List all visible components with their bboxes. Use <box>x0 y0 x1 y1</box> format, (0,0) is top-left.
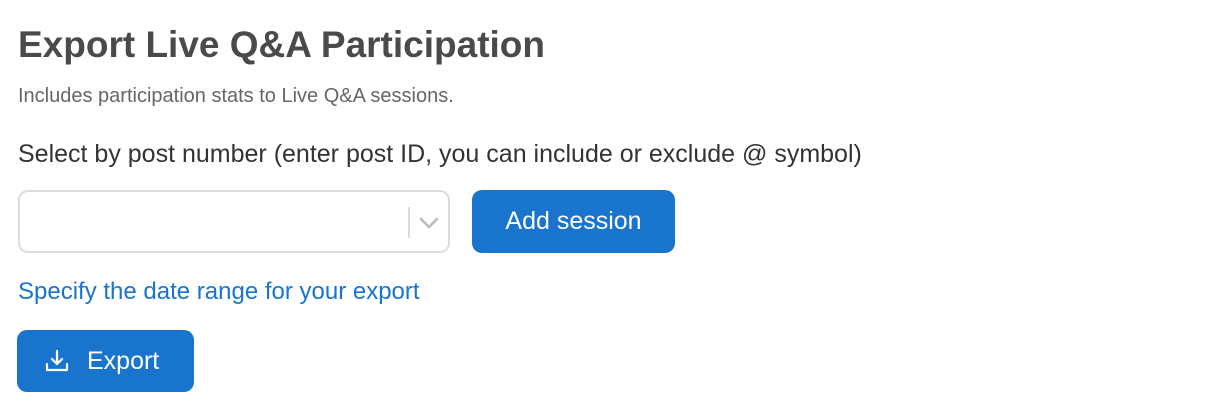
post-number-select[interactable] <box>18 190 450 253</box>
select-divider <box>408 207 410 238</box>
page-title: Export Live Q&A Participation <box>18 24 545 65</box>
chevron-down-icon[interactable] <box>416 210 442 236</box>
page-subtitle: Includes participation stats to Live Q&A… <box>18 85 454 107</box>
download-icon <box>45 349 69 372</box>
export-button[interactable]: Export <box>17 330 194 392</box>
add-session-button[interactable]: Add session <box>472 190 675 253</box>
post-number-label: Select by post number (enter post ID, yo… <box>18 140 862 168</box>
date-range-link[interactable]: Specify the date range for your export <box>18 277 420 307</box>
export-button-label: Export <box>87 347 160 375</box>
